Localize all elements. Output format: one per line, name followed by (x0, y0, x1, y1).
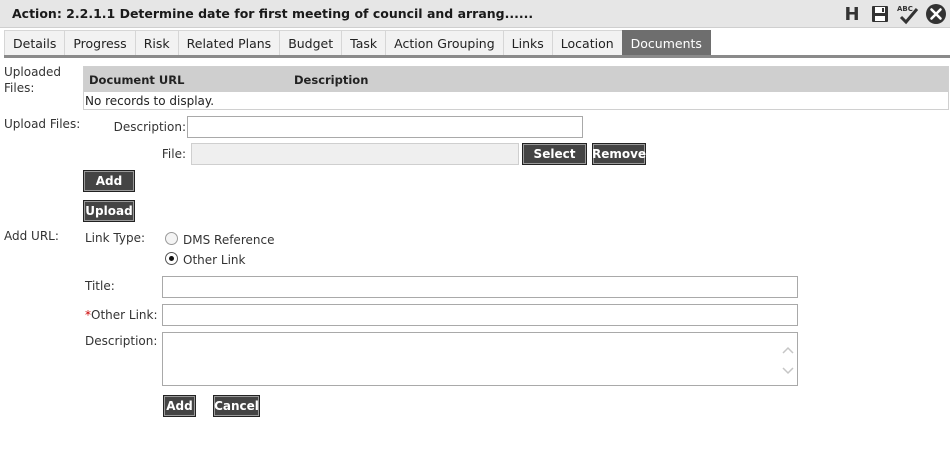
title-toolbar: H ABC (838, 2, 950, 26)
window-title: Action: 2.2.1.1 Determine date for first… (12, 6, 534, 21)
documents-table: Document URL Description No records to d… (83, 66, 949, 110)
tab-details[interactable]: Details (4, 30, 66, 56)
url-description-textarea[interactable] (162, 332, 798, 386)
file-label: File: (161, 147, 186, 161)
no-records-text: No records to display. (85, 94, 215, 108)
h-icon[interactable]: H (838, 2, 866, 26)
column-header-description[interactable]: Description (294, 73, 368, 87)
upload-description-label: Description: (113, 120, 186, 134)
url-description-label: Description: (85, 334, 158, 348)
dms-reference-label[interactable]: DMS Reference (183, 233, 274, 247)
select-file-button[interactable]: Select (522, 143, 587, 165)
radio-other-link[interactable] (165, 252, 178, 265)
uploaded-files-label: Uploaded Files: (4, 65, 62, 95)
documents-table-header: Document URL Description (84, 67, 948, 92)
save-icon[interactable] (866, 2, 894, 26)
link-type-label: Link Type: (85, 231, 145, 245)
tab-links[interactable]: Links (502, 30, 553, 56)
radio-dms-reference[interactable] (165, 232, 178, 245)
upload-description-input[interactable] (187, 116, 583, 138)
textarea-scrollbar[interactable] (781, 339, 795, 379)
add-upload-row-button[interactable]: Add (83, 170, 135, 192)
upload-button[interactable]: Upload (83, 200, 135, 222)
title-input[interactable] (162, 276, 798, 298)
other-link-input[interactable] (162, 304, 798, 326)
tab-related-plans[interactable]: Related Plans (177, 30, 281, 56)
upload-files-label: Upload Files: (4, 117, 81, 131)
tab-progress[interactable]: Progress (64, 30, 136, 56)
tab-underline (4, 55, 950, 58)
close-icon[interactable] (922, 2, 950, 26)
tab-risk[interactable]: Risk (134, 30, 179, 56)
tab-bar: Details Progress Risk Related Plans Budg… (4, 30, 711, 56)
spellcheck-icon[interactable]: ABC (894, 2, 922, 26)
other-link-option-label[interactable]: Other Link (183, 253, 245, 267)
window-titlebar: Action: 2.2.1.1 Determine date for first… (0, 0, 950, 28)
file-path-field (191, 143, 519, 165)
svg-text:ABC: ABC (897, 5, 913, 13)
tab-documents[interactable]: Documents (621, 30, 711, 56)
other-link-label: *Other Link: (85, 308, 158, 322)
title-label: Title: (85, 279, 115, 293)
remove-file-button[interactable]: Remove (592, 143, 646, 165)
tab-task[interactable]: Task (341, 30, 387, 56)
tab-action-grouping[interactable]: Action Grouping (385, 30, 504, 56)
add-url-button[interactable]: Add (163, 395, 196, 417)
add-url-label: Add URL: (4, 229, 59, 243)
column-header-document-url[interactable]: Document URL (89, 73, 184, 87)
cancel-button[interactable]: Cancel (213, 395, 260, 417)
tab-budget[interactable]: Budget (279, 30, 343, 56)
tab-location[interactable]: Location (551, 30, 623, 56)
